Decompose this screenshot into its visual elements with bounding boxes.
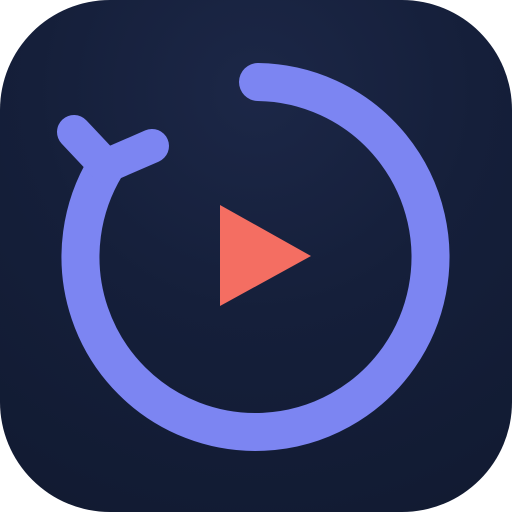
play-icon	[220, 205, 311, 306]
app-icon-graphic	[57, 63, 450, 451]
play-triangle	[220, 205, 311, 306]
app-icon[interactable]	[0, 0, 512, 512]
app-icon-canvas	[0, 0, 512, 512]
stopwatch-crown	[57, 115, 169, 183]
